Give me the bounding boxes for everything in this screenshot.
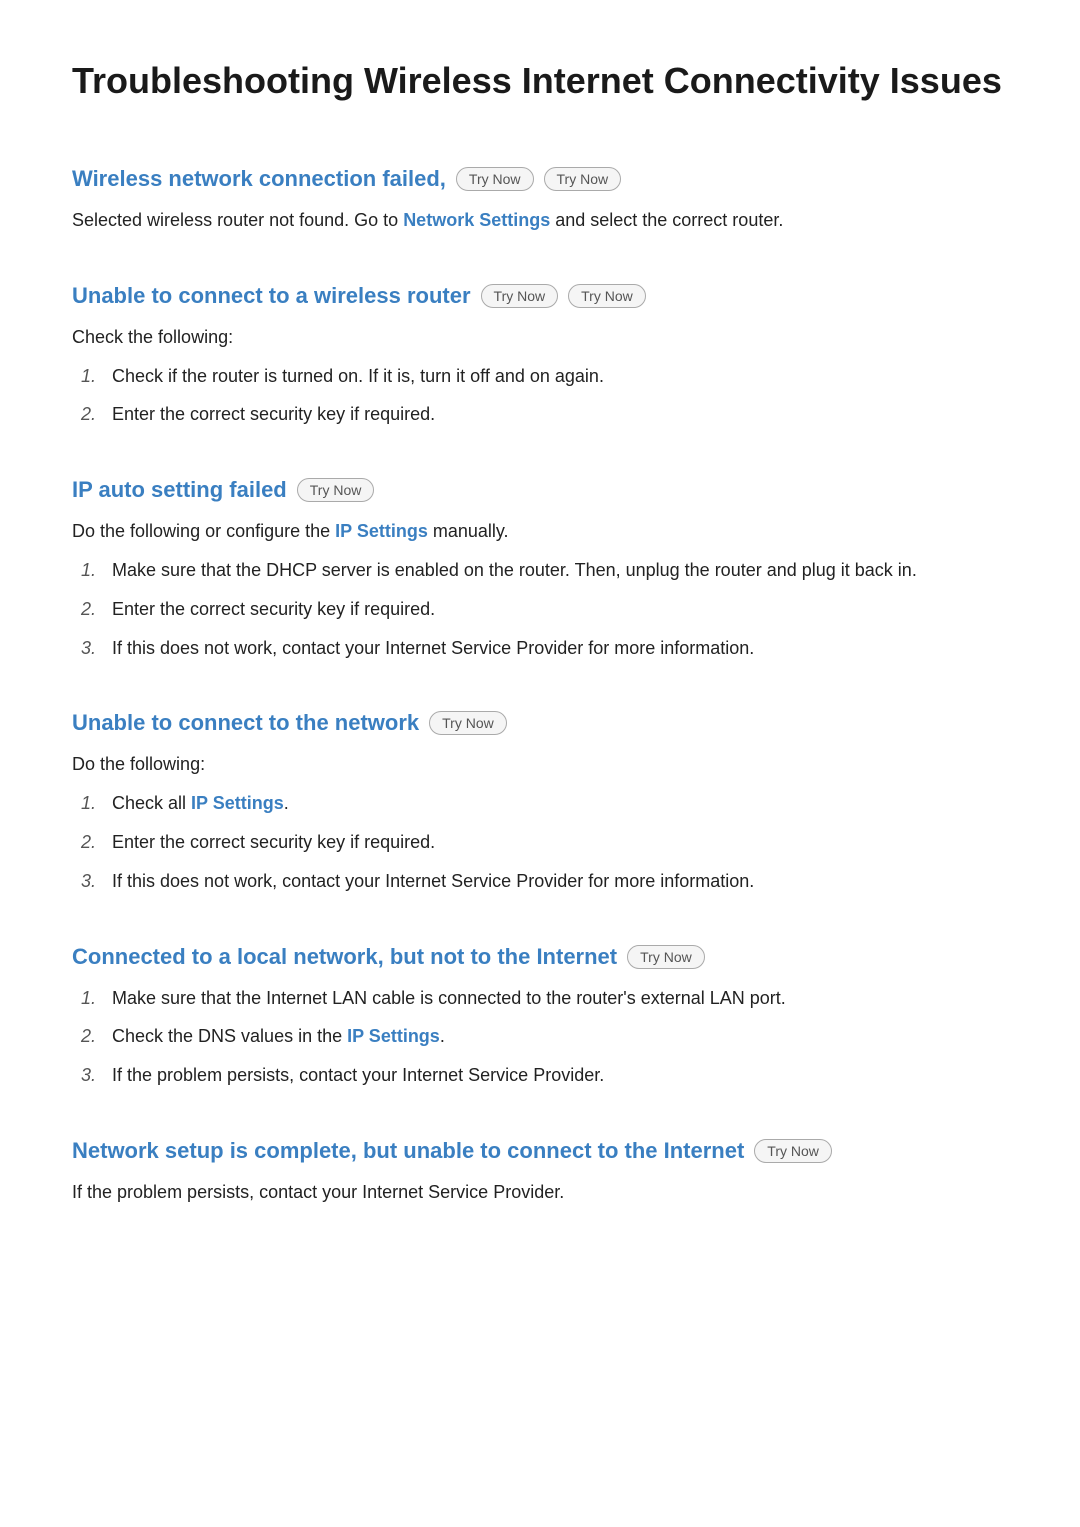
- section-unable-network: Unable to connect to the network Try Now…: [72, 710, 1008, 895]
- section-header: Network setup is complete, but unable to…: [72, 1138, 1008, 1164]
- ip-settings-link[interactable]: IP Settings: [347, 1026, 440, 1046]
- steps-list: 1. Make sure that the Internet LAN cable…: [72, 984, 1008, 1090]
- section-title: Wireless network connection failed,: [72, 166, 446, 192]
- list-text: Enter the correct security key if requir…: [112, 595, 1008, 624]
- list-item: 3. If the problem persists, contact your…: [72, 1061, 1008, 1090]
- steps-list: 1. Check if the router is turned on. If …: [72, 362, 1008, 430]
- try-now-button-2[interactable]: Try Now: [544, 167, 622, 191]
- ip-settings-link[interactable]: IP Settings: [191, 793, 284, 813]
- section-intro: Do the following:: [72, 750, 1008, 779]
- try-now-button-1[interactable]: Try Now: [429, 711, 507, 735]
- list-item: 2. Enter the correct security key if req…: [72, 595, 1008, 624]
- list-text: Make sure that the Internet LAN cable is…: [112, 984, 1008, 1013]
- list-text: Enter the correct security key if requir…: [112, 828, 1008, 857]
- list-number: 3.: [72, 634, 96, 663]
- try-now-button-1[interactable]: Try Now: [456, 167, 534, 191]
- list-item: 1. Check all IP Settings.: [72, 789, 1008, 818]
- list-item: 2. Enter the correct security key if req…: [72, 828, 1008, 857]
- section-setup-complete: Network setup is complete, but unable to…: [72, 1138, 1008, 1207]
- list-text: Enter the correct security key if requir…: [112, 400, 1008, 429]
- list-text: Make sure that the DHCP server is enable…: [112, 556, 1008, 585]
- section-body: 1. Make sure that the Internet LAN cable…: [72, 984, 1008, 1090]
- list-item: 1. Check if the router is turned on. If …: [72, 362, 1008, 391]
- try-now-button-1[interactable]: Try Now: [481, 284, 559, 308]
- section-wireless-failed: Wireless network connection failed, Try …: [72, 166, 1008, 235]
- list-item: 1. Make sure that the DHCP server is ena…: [72, 556, 1008, 585]
- section-intro: Do the following or configure the IP Set…: [72, 517, 1008, 546]
- section-title: Network setup is complete, but unable to…: [72, 1138, 744, 1164]
- steps-list: 1. Make sure that the DHCP server is ena…: [72, 556, 1008, 662]
- section-body: Do the following: 1. Check all IP Settin…: [72, 750, 1008, 895]
- ip-settings-link[interactable]: IP Settings: [335, 521, 428, 541]
- list-number: 1.: [72, 789, 96, 818]
- list-number: 1.: [72, 556, 96, 585]
- section-paragraph: Selected wireless router not found. Go t…: [72, 206, 1008, 235]
- list-number: 2.: [72, 828, 96, 857]
- list-number: 2.: [72, 595, 96, 624]
- list-number: 3.: [72, 1061, 96, 1090]
- list-text: If the problem persists, contact your In…: [112, 1061, 1008, 1090]
- list-text: Check all IP Settings.: [112, 789, 1008, 818]
- list-text: Check if the router is turned on. If it …: [112, 362, 1008, 391]
- list-text: If this does not work, contact your Inte…: [112, 634, 1008, 663]
- list-text: If this does not work, contact your Inte…: [112, 867, 1008, 896]
- network-settings-link[interactable]: Network Settings: [403, 210, 550, 230]
- section-header: IP auto setting failed Try Now: [72, 477, 1008, 503]
- section-title: Unable to connect to a wireless router: [72, 283, 471, 309]
- section-body: Selected wireless router not found. Go t…: [72, 206, 1008, 235]
- page-title: Troubleshooting Wireless Internet Connec…: [72, 60, 1008, 118]
- section-header: Connected to a local network, but not to…: [72, 944, 1008, 970]
- try-now-button-2[interactable]: Try Now: [568, 284, 646, 308]
- section-connected-local: Connected to a local network, but not to…: [72, 944, 1008, 1090]
- try-now-button-1[interactable]: Try Now: [627, 945, 705, 969]
- section-body: If the problem persists, contact your In…: [72, 1178, 1008, 1207]
- list-item: 3. If this does not work, contact your I…: [72, 867, 1008, 896]
- list-number: 3.: [72, 867, 96, 896]
- list-number: 1.: [72, 362, 96, 391]
- section-title: Unable to connect to the network: [72, 710, 419, 736]
- section-ip-auto: IP auto setting failed Try Now Do the fo…: [72, 477, 1008, 662]
- section-paragraph: If the problem persists, contact your In…: [72, 1178, 1008, 1207]
- try-now-button-1[interactable]: Try Now: [297, 478, 375, 502]
- section-body: Check the following: 1. Check if the rou…: [72, 323, 1008, 429]
- list-item: 1. Make sure that the Internet LAN cable…: [72, 984, 1008, 1013]
- list-number: 2.: [72, 400, 96, 429]
- try-now-button-1[interactable]: Try Now: [754, 1139, 832, 1163]
- list-item: 2. Check the DNS values in the IP Settin…: [72, 1022, 1008, 1051]
- list-number: 2.: [72, 1022, 96, 1051]
- section-title: Connected to a local network, but not to…: [72, 944, 617, 970]
- section-intro: Check the following:: [72, 323, 1008, 352]
- list-number: 1.: [72, 984, 96, 1013]
- section-header: Unable to connect to a wireless router T…: [72, 283, 1008, 309]
- section-unable-wireless: Unable to connect to a wireless router T…: [72, 283, 1008, 429]
- section-header: Unable to connect to the network Try Now: [72, 710, 1008, 736]
- section-body: Do the following or configure the IP Set…: [72, 517, 1008, 662]
- section-title: IP auto setting failed: [72, 477, 287, 503]
- list-text: Check the DNS values in the IP Settings.: [112, 1022, 1008, 1051]
- section-header: Wireless network connection failed, Try …: [72, 166, 1008, 192]
- steps-list: 1. Check all IP Settings. 2. Enter the c…: [72, 789, 1008, 895]
- list-item: 2. Enter the correct security key if req…: [72, 400, 1008, 429]
- list-item: 3. If this does not work, contact your I…: [72, 634, 1008, 663]
